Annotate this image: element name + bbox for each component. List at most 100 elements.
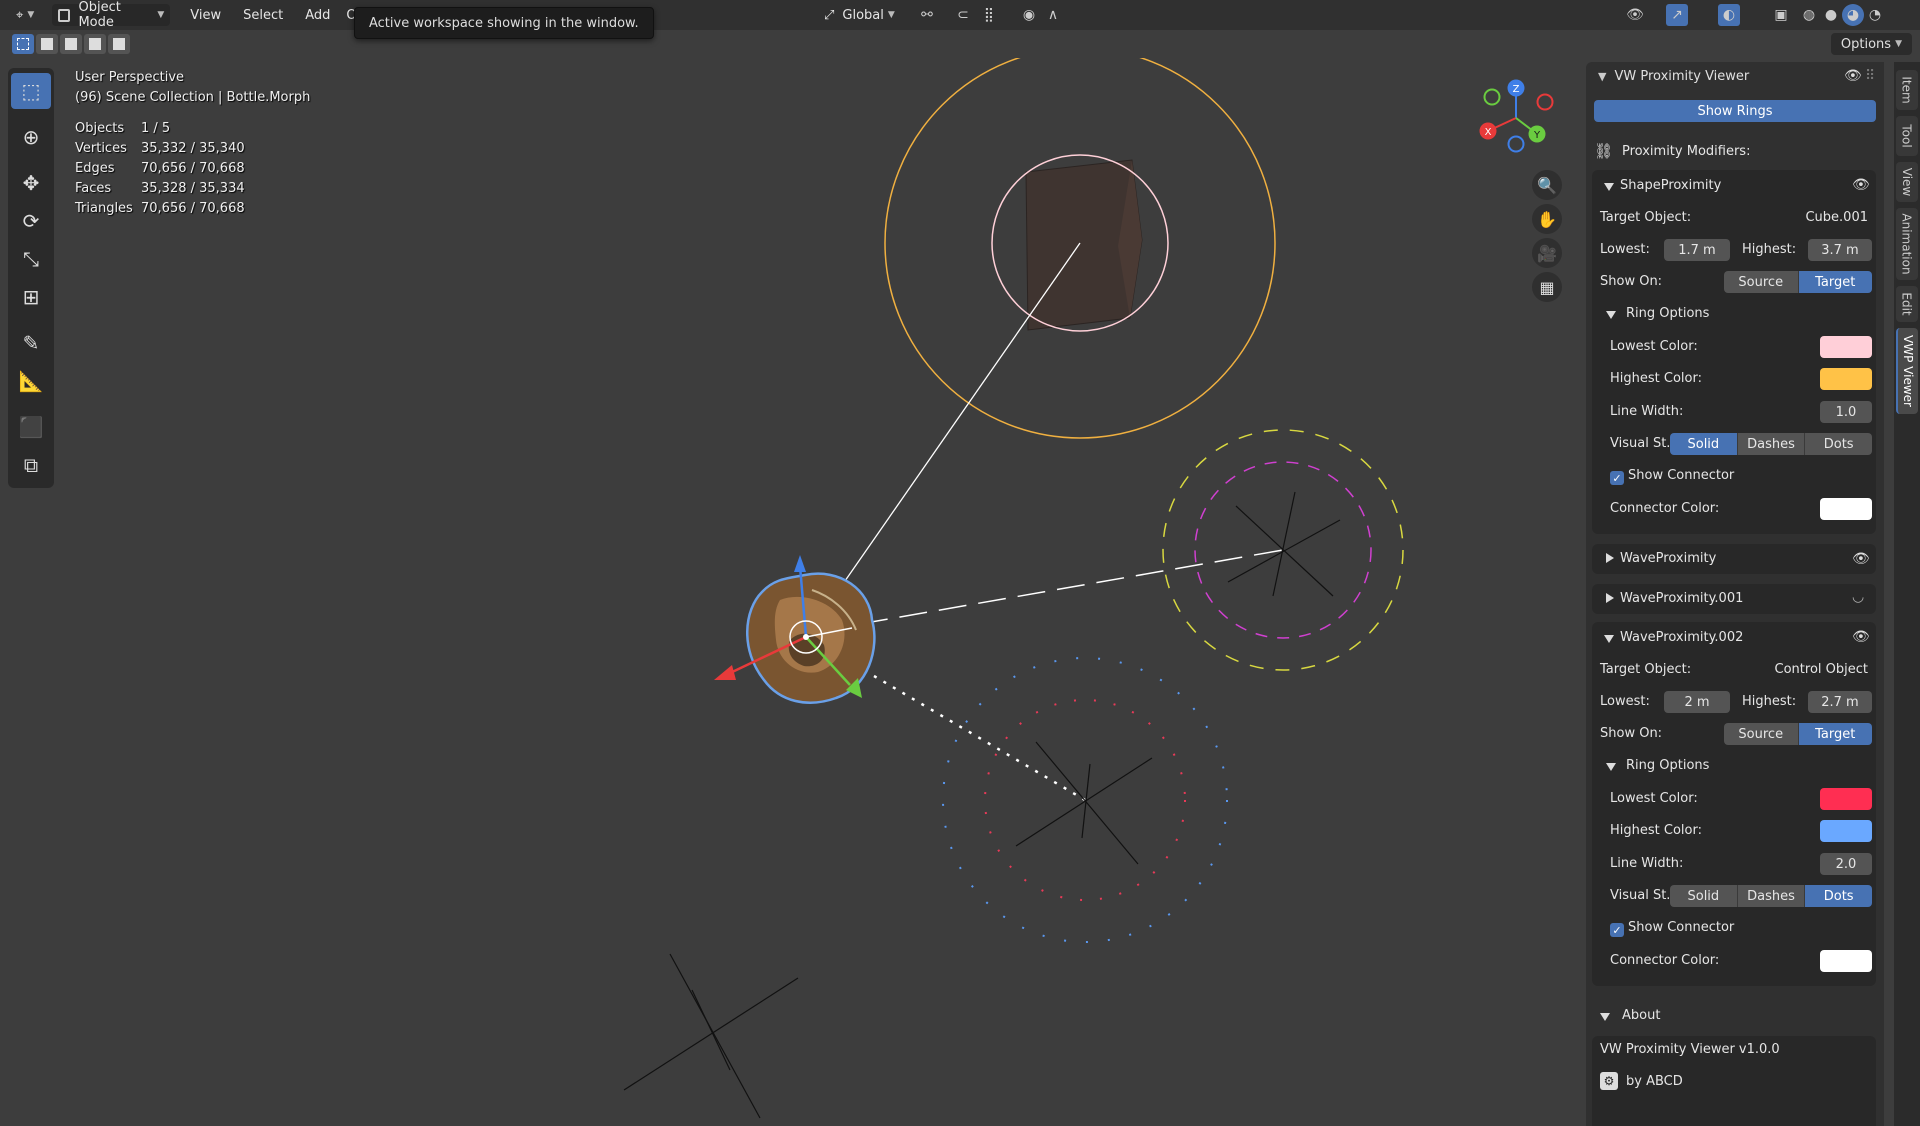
rotate-icon[interactable]: ⟳ xyxy=(11,203,51,239)
transform-icon[interactable]: ⊞ xyxy=(11,279,51,315)
snap-grid-icon[interactable]: ⣿ xyxy=(978,4,1000,26)
annotate-icon[interactable]: ✎ xyxy=(11,325,51,361)
options-dropdown[interactable]: Options ▼ xyxy=(1830,33,1912,55)
show-on-toggle[interactable]: Source Target xyxy=(1724,271,1872,293)
stats-key: Faces xyxy=(75,180,112,196)
menu-view[interactable]: View xyxy=(184,4,227,26)
snap-icon[interactable]: ⊂ xyxy=(952,4,974,26)
scale-icon[interactable]: ⤡ xyxy=(11,241,51,277)
ortho-grid-icon[interactable]: ▦ xyxy=(1532,272,1562,302)
show-on-target[interactable]: Target xyxy=(1798,723,1872,745)
line-width-field[interactable]: 1.0 xyxy=(1820,401,1872,423)
menu-select[interactable]: Select xyxy=(237,4,289,26)
eye-icon[interactable]: 👁 xyxy=(1844,68,1862,84)
editor-type-button[interactable]: ⌖ ▼ xyxy=(10,4,40,26)
lowest-field[interactable]: 2 m xyxy=(1664,691,1730,713)
tab-item[interactable]: Item xyxy=(1896,70,1918,110)
show-on-source[interactable]: Source xyxy=(1724,271,1799,293)
drag-handle-icon[interactable]: ⠿ xyxy=(1865,68,1875,84)
visual-style-toggle[interactable]: Solid Dashes Dots xyxy=(1670,885,1872,907)
line-width-field[interactable]: 2.0 xyxy=(1820,853,1872,875)
highest-color-swatch[interactable] xyxy=(1820,368,1872,390)
highest-field[interactable]: 3.7 m xyxy=(1808,239,1872,261)
pan-hand-icon[interactable]: ✋ xyxy=(1532,204,1562,234)
show-on-target[interactable]: Target xyxy=(1798,271,1872,293)
tab-edit[interactable]: Edit xyxy=(1896,286,1918,322)
eye-icon[interactable]: 👁 xyxy=(1852,551,1870,567)
gizmo-toggle-icon[interactable]: ↗ xyxy=(1666,4,1688,26)
eye-closed-icon[interactable]: ◡ xyxy=(1852,589,1864,605)
show-on-source[interactable]: Source xyxy=(1724,723,1799,745)
select-subtract-icon[interactable] xyxy=(60,34,82,54)
select-new-icon[interactable] xyxy=(12,34,34,54)
style-dashes[interactable]: Dashes xyxy=(1737,433,1806,455)
extra-tool-icon[interactable]: ⧉ xyxy=(11,447,51,483)
visual-style-toggle[interactable]: Solid Dashes Dots xyxy=(1670,433,1872,455)
select-invert-icon[interactable] xyxy=(84,34,106,54)
eye-icon[interactable]: 👁 xyxy=(1852,177,1870,193)
highest-color-swatch[interactable] xyxy=(1820,820,1872,842)
collapse-icon[interactable] xyxy=(1606,308,1616,323)
proportional-edit-icon[interactable]: ◉ xyxy=(1018,4,1040,26)
shading-rendered-icon[interactable]: ◔ xyxy=(1864,4,1886,26)
target-value[interactable]: Control Object xyxy=(1775,662,1868,677)
visibility-icon[interactable]: 👁 xyxy=(1624,4,1646,26)
3d-viewport[interactable]: Z X Y xyxy=(0,58,1580,1126)
zoom-icon[interactable]: 🔍 xyxy=(1532,170,1562,200)
tab-tool[interactable]: Tool xyxy=(1896,116,1918,156)
lowest-field[interactable]: 1.7 m xyxy=(1664,239,1730,261)
style-dots[interactable]: Dots xyxy=(1805,433,1872,455)
line-width-label: Line Width: xyxy=(1610,404,1684,419)
select-intersect-icon[interactable] xyxy=(108,34,130,54)
modifier-name: ShapeProximity xyxy=(1620,178,1722,193)
axis-gizmo[interactable]: Z X Y xyxy=(1479,79,1554,153)
show-rings-button[interactable]: Show Rings xyxy=(1594,100,1876,122)
camera-icon[interactable]: 🎥 xyxy=(1532,238,1562,268)
select-box-icon[interactable]: ⬚ xyxy=(11,73,51,109)
collapse-icon[interactable] xyxy=(1606,760,1616,775)
highest-color-label: Highest Color: xyxy=(1610,823,1702,838)
tab-animation[interactable]: Animation xyxy=(1896,208,1918,280)
expand-icon[interactable] xyxy=(1606,552,1614,567)
transform-orientation-dropdown[interactable]: ⤢ Global ▼ xyxy=(818,4,901,26)
style-solid[interactable]: Solid xyxy=(1670,433,1738,455)
workspace-tooltip: Active workspace showing in the window. xyxy=(354,7,654,39)
collapse-icon[interactable] xyxy=(1604,180,1614,195)
panel-header[interactable]: ▼ VW Proximity Viewer xyxy=(1586,62,1884,90)
shading-material-icon[interactable]: ◕ xyxy=(1842,4,1864,26)
target-value[interactable]: Cube.001 xyxy=(1805,210,1868,225)
falloff-icon[interactable]: ∧ xyxy=(1042,4,1064,26)
connector-color-swatch[interactable] xyxy=(1820,498,1872,520)
collapse-icon[interactable] xyxy=(1600,1010,1610,1025)
style-dots[interactable]: Dots xyxy=(1805,885,1872,907)
connector-color-swatch[interactable] xyxy=(1820,950,1872,972)
highest-field[interactable]: 2.7 m xyxy=(1808,691,1872,713)
lowest-color-swatch[interactable] xyxy=(1820,336,1872,358)
xray-icon[interactable]: ▣ xyxy=(1770,4,1792,26)
shading-solid-icon[interactable]: ● xyxy=(1820,4,1842,26)
tab-vwp-viewer[interactable]: VWP Viewer xyxy=(1896,328,1918,414)
show-connector-checkbox[interactable]: ✓ xyxy=(1610,471,1624,485)
select-extend-icon[interactable] xyxy=(36,34,58,54)
mode-dropdown[interactable]: Object Mode ▼ xyxy=(52,0,171,30)
tab-view[interactable]: View xyxy=(1896,162,1918,202)
empty-object-2 xyxy=(1015,741,1153,865)
eye-icon[interactable]: 👁 xyxy=(1852,629,1870,645)
overlay-toggle-icon[interactable]: ◐ xyxy=(1718,4,1740,26)
add-cube-icon[interactable]: ⬛ xyxy=(11,409,51,445)
show-connector-checkbox[interactable]: ✓ xyxy=(1610,923,1624,937)
shading-wireframe-icon[interactable]: ◍ xyxy=(1798,4,1820,26)
tab-label: Animation xyxy=(1900,213,1914,275)
move-icon[interactable]: ✥ xyxy=(11,165,51,201)
style-dashes[interactable]: Dashes xyxy=(1737,885,1806,907)
pivot-icon[interactable]: ⚯ xyxy=(916,4,938,26)
modifier-name: WaveProximity xyxy=(1620,551,1717,566)
lowest-color-swatch[interactable] xyxy=(1820,788,1872,810)
collapse-icon[interactable] xyxy=(1604,632,1614,647)
measure-icon[interactable]: 📐 xyxy=(11,363,51,399)
style-solid[interactable]: Solid xyxy=(1670,885,1738,907)
menu-add[interactable]: Add xyxy=(299,4,336,26)
expand-icon[interactable] xyxy=(1606,592,1614,607)
cursor-icon[interactable]: ⊕ xyxy=(11,119,51,155)
show-on-toggle[interactable]: Source Target xyxy=(1724,723,1872,745)
